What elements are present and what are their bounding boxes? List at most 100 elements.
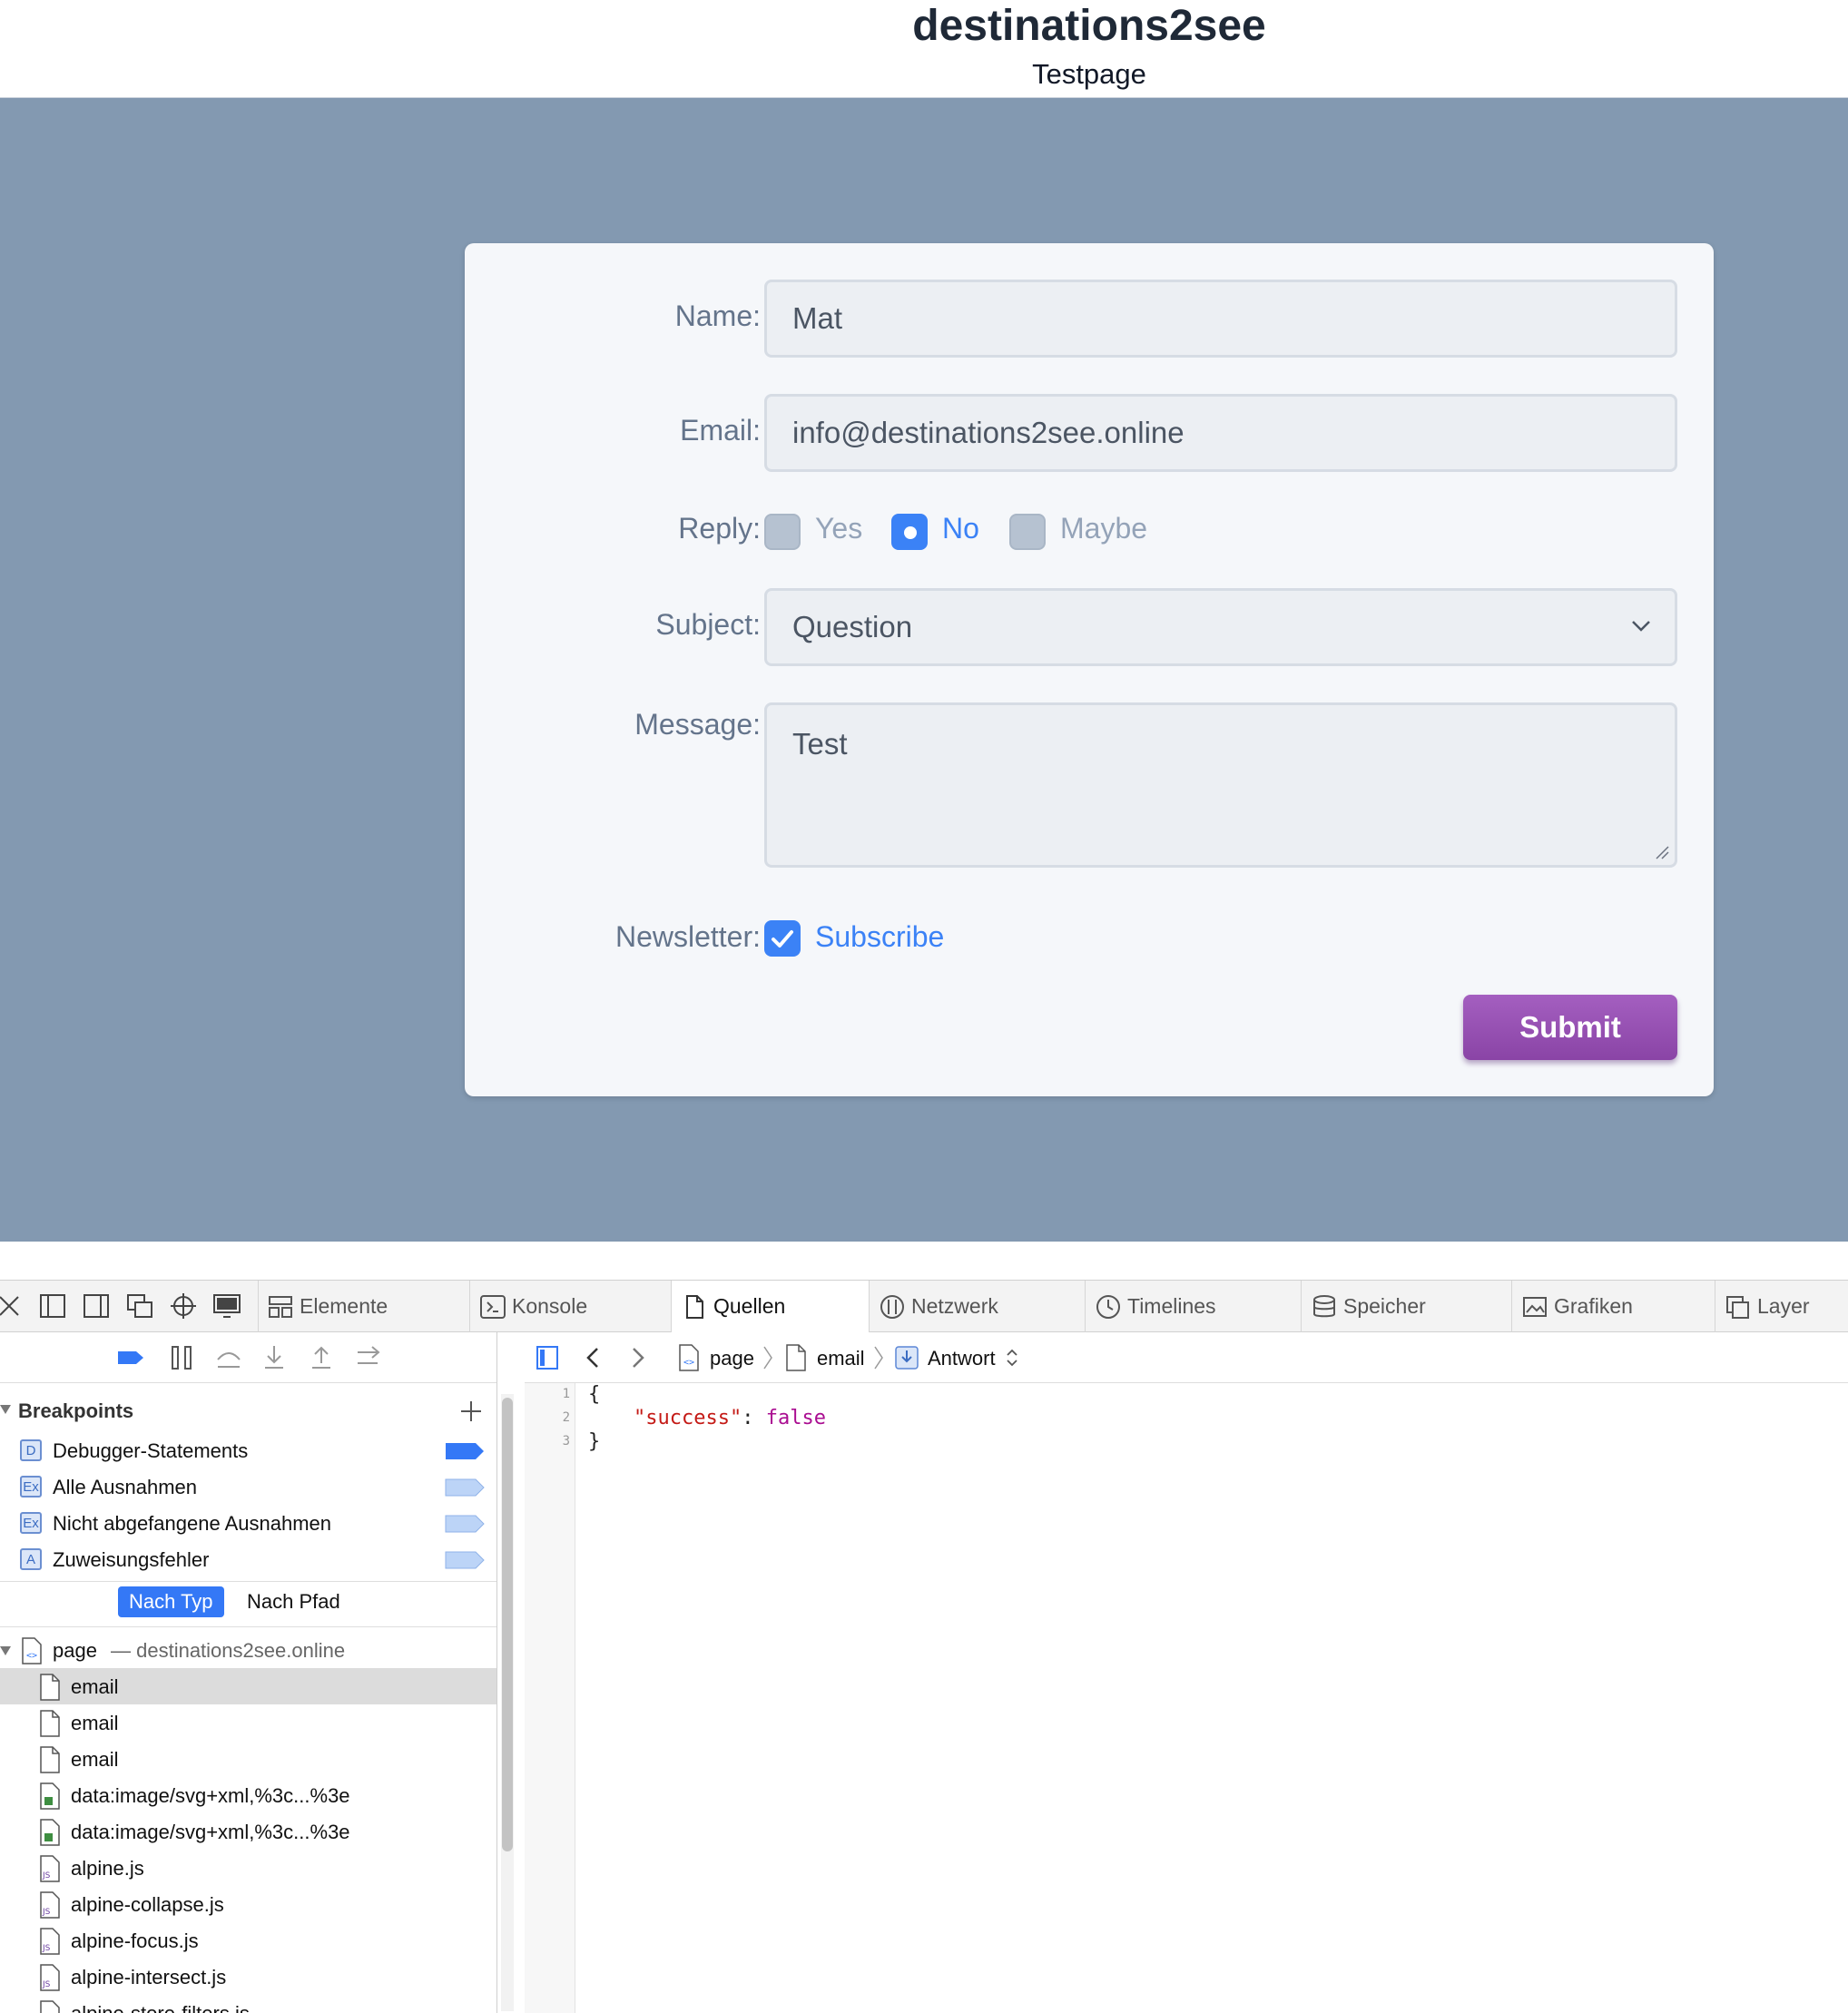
breakpoint-flag-icon[interactable]	[445, 1442, 485, 1460]
checkmark-icon	[772, 930, 793, 948]
tab-elemente[interactable]: Elemente	[258, 1281, 470, 1332]
tab-netzwerk[interactable]: Netzwerk	[870, 1281, 1086, 1332]
step-icon[interactable]	[354, 1343, 383, 1372]
path-page[interactable]: page	[710, 1347, 754, 1370]
dock-bottom-icon[interactable]	[36, 1290, 69, 1322]
element-picker-icon[interactable]	[167, 1290, 200, 1322]
disclosure-triangle-icon[interactable]	[0, 1403, 11, 1416]
file-label: alpine.js	[71, 1857, 144, 1880]
file-row[interactable]: email	[0, 1741, 496, 1777]
tab-grafiken[interactable]: Grafiken	[1512, 1281, 1715, 1332]
file-label: email	[71, 1675, 119, 1698]
path-mode-select[interactable]: Antwort	[928, 1347, 996, 1370]
tab-layer[interactable]: Layer	[1715, 1281, 1848, 1332]
breakpoint-assertion-failures[interactable]: A Zuweisungsfehler	[0, 1541, 496, 1577]
code-line-2[interactable]: "success": false	[634, 1407, 826, 1429]
file-row[interactable]: JS alpine-focus.js	[0, 1922, 496, 1959]
reply-no-radio[interactable]	[891, 514, 928, 550]
close-icon[interactable]	[0, 1290, 25, 1322]
file-row[interactable]: data:image/svg+xml,%3c...%3e	[0, 1777, 496, 1813]
file-label: email	[71, 1748, 119, 1771]
elements-icon	[269, 1296, 292, 1318]
dock-right-icon[interactable]	[80, 1290, 113, 1322]
breakpoint-flag-icon[interactable]	[445, 1478, 485, 1497]
reply-maybe-radio[interactable]	[1009, 514, 1046, 550]
document-icon	[40, 1710, 60, 1737]
site-header: destinations2see Testpage	[0, 0, 1848, 98]
file-row[interactable]: JS alpine-intersect.js	[0, 1959, 496, 1995]
tab-timelines[interactable]: Timelines	[1086, 1281, 1302, 1332]
breakpoint-flag-icon[interactable]	[445, 1551, 485, 1569]
newsletter-subscribe-label[interactable]: Subscribe	[815, 920, 944, 954]
sidebar-toggle-icon[interactable]	[536, 1345, 559, 1370]
subject-select[interactable]: Question	[764, 588, 1677, 666]
name-input[interactable]: Mat	[764, 280, 1677, 358]
reply-yes-label[interactable]: Yes	[815, 512, 862, 545]
page-document-icon: <>	[22, 1637, 42, 1664]
file-row[interactable]: JS alpine-store-filters.js	[0, 1995, 496, 2013]
breakpoints-toggle-icon[interactable]	[116, 1343, 145, 1372]
tab-quellen[interactable]: Quellen	[672, 1281, 870, 1332]
network-icon	[880, 1295, 904, 1319]
name-value: Mat	[792, 301, 843, 335]
step-over-icon[interactable]	[214, 1343, 243, 1372]
stepper-chevron-icon[interactable]	[1006, 1347, 1018, 1369]
image-file-icon	[40, 1819, 60, 1846]
document-icon	[40, 1674, 60, 1701]
breakpoint-label: Nicht abgefangene Ausnahmen	[53, 1512, 332, 1535]
email-input[interactable]: info@destinations2see.online	[764, 394, 1677, 472]
pause-icon[interactable]	[167, 1343, 196, 1372]
resize-handle-icon[interactable]	[1655, 845, 1669, 859]
file-row[interactable]: email	[0, 1704, 496, 1741]
chevron-down-icon	[1632, 621, 1650, 632]
breakpoint-uncaught-exceptions[interactable]: Ex Nicht abgefangene Ausnahmen	[0, 1505, 496, 1541]
message-value: Test	[792, 727, 848, 761]
breakpoint-debugger-statements[interactable]: D Debugger-Statements	[0, 1432, 496, 1468]
line-number[interactable]: 3	[525, 1434, 570, 1448]
file-row[interactable]: data:image/svg+xml,%3c...%3e	[0, 1813, 496, 1850]
line-number[interactable]: 2	[525, 1410, 570, 1425]
file-row[interactable]: JS alpine.js	[0, 1850, 496, 1886]
javascript-file-icon: JS	[40, 1964, 60, 1991]
step-into-icon[interactable]	[260, 1343, 289, 1372]
reply-no-label[interactable]: No	[942, 512, 979, 545]
path-resource[interactable]: email	[817, 1347, 865, 1370]
file-row[interactable]: email	[0, 1668, 496, 1704]
breakpoint-all-exceptions[interactable]: Ex Alle Ausnahmen	[0, 1468, 496, 1505]
reply-maybe-label[interactable]: Maybe	[1060, 512, 1147, 545]
line-number[interactable]: 1	[525, 1387, 570, 1401]
filter-by-type-button[interactable]: Nach Typ	[118, 1586, 224, 1617]
code-brace-close: }	[588, 1430, 601, 1453]
add-breakpoint-icon[interactable]	[459, 1399, 483, 1423]
detach-window-icon[interactable]	[123, 1290, 156, 1322]
debugger-controls	[0, 1332, 496, 1383]
web-inspector: Elemente Konsole Quellen Netzwerk Timeli…	[0, 1242, 1848, 2013]
sidebar-scrollbar-thumb[interactable]	[502, 1398, 513, 1851]
newsletter-checkbox[interactable]	[764, 920, 801, 957]
file-label: alpine-store-filters.js	[71, 2002, 250, 2013]
code-line-3[interactable]: }	[588, 1430, 600, 1453]
breakpoint-flag-icon[interactable]	[445, 1515, 485, 1533]
tab-konsole[interactable]: Konsole	[470, 1281, 672, 1332]
code-colon: :	[742, 1407, 766, 1429]
svg-text:<>: <>	[683, 1358, 694, 1368]
breakpoint-type-badge: A	[20, 1548, 42, 1570]
code-brace-open: {	[588, 1383, 601, 1406]
page-resource-row[interactable]: <> page — destinations2see.online	[0, 1632, 496, 1668]
file-row[interactable]: JS alpine-collapse.js	[0, 1886, 496, 1922]
code-line-1[interactable]: {	[588, 1383, 600, 1406]
message-textarea[interactable]: Test	[764, 702, 1677, 868]
reply-yes-radio[interactable]	[764, 514, 801, 550]
step-out-icon[interactable]	[307, 1343, 336, 1372]
filter-by-path-button[interactable]: Nach Pfad	[247, 1586, 340, 1617]
device-settings-icon[interactable]	[211, 1290, 243, 1322]
disclosure-triangle-icon[interactable]	[0, 1645, 11, 1657]
tab-speicher[interactable]: Speicher	[1302, 1281, 1512, 1332]
javascript-file-icon: JS	[40, 1891, 60, 1919]
forward-icon[interactable]	[630, 1347, 646, 1369]
submit-button[interactable]: Submit	[1463, 995, 1677, 1060]
back-icon[interactable]	[585, 1347, 601, 1369]
path-separator-icon	[874, 1346, 883, 1370]
email-label: Email:	[680, 414, 761, 447]
file-label: alpine-collapse.js	[71, 1893, 224, 1916]
